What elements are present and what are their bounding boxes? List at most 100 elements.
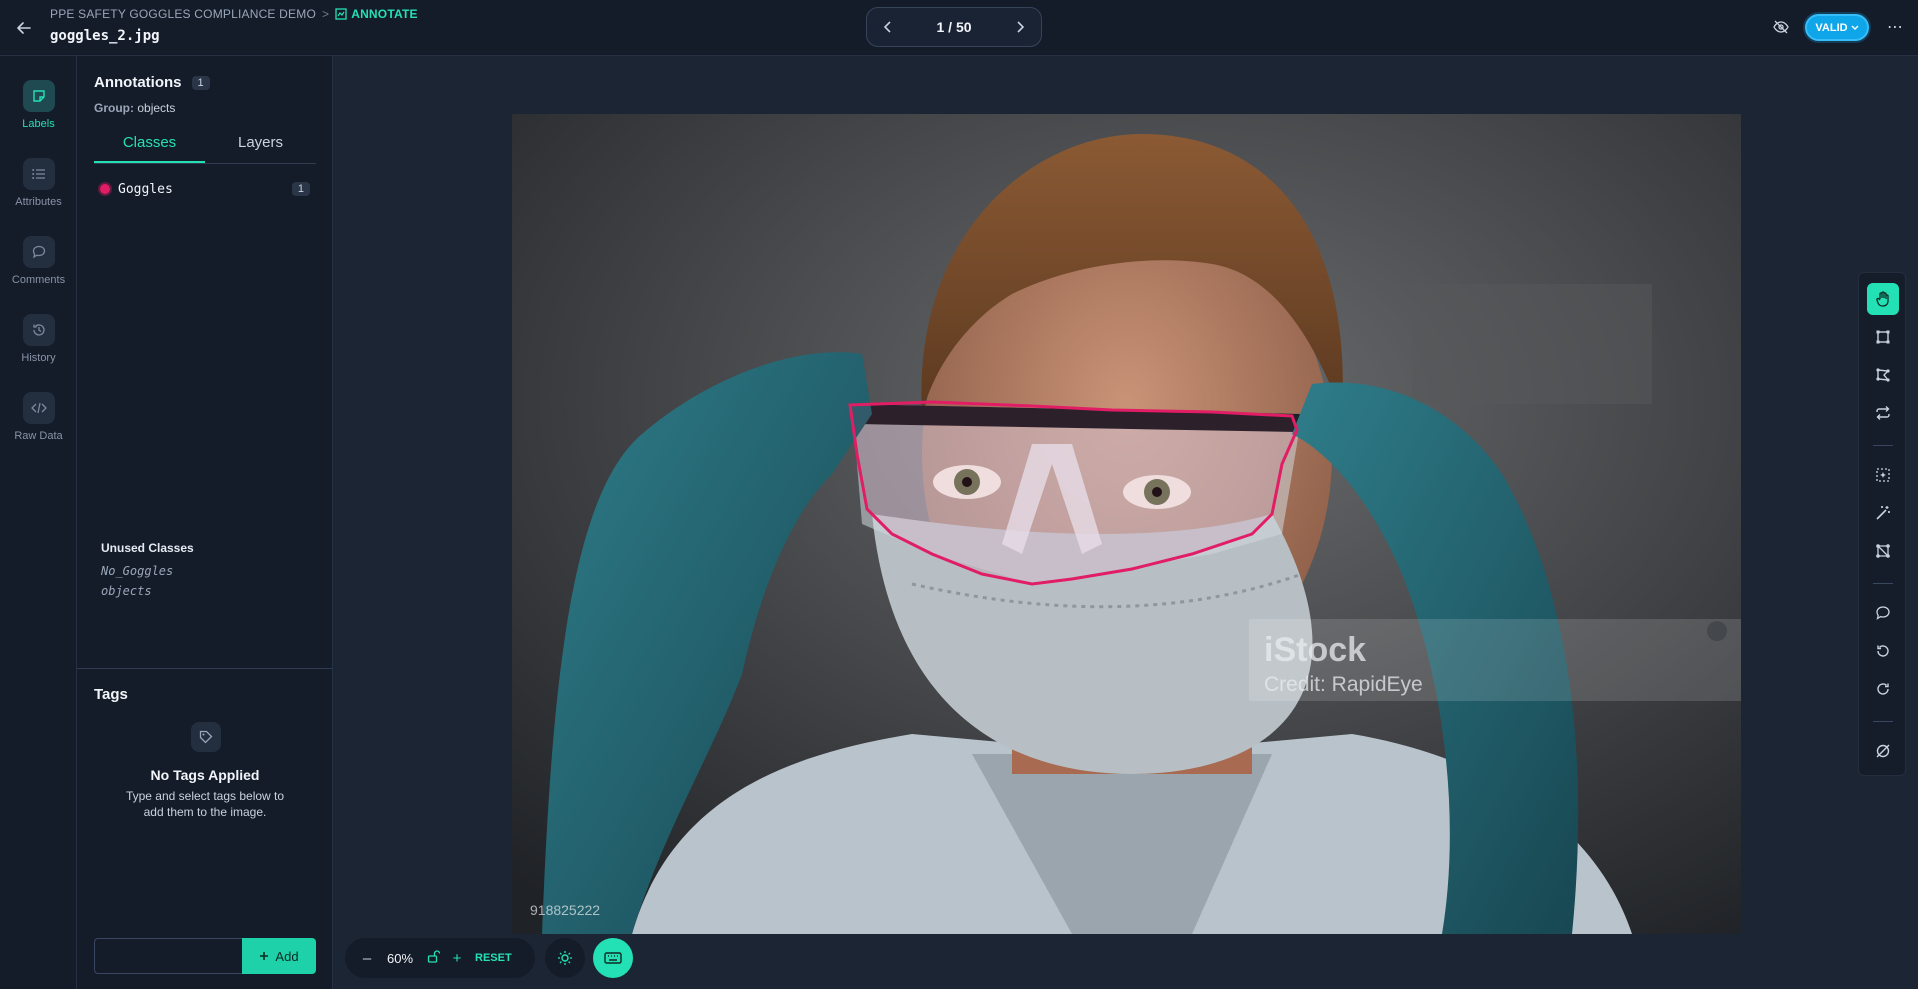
breadcrumb: PPE SAFETY GOGGLES COMPLIANCE DEMO > ANN…	[50, 7, 418, 21]
bounding-box-tool-button[interactable]	[1867, 321, 1899, 353]
brightness-button[interactable]	[545, 938, 585, 978]
chevron-down-icon	[1851, 25, 1859, 30]
back-arrow-icon[interactable]	[12, 16, 36, 40]
annotations-panel: Annotations 1 Group: objects Classes Lay…	[77, 56, 333, 989]
image-filename: goggles_2.jpg	[50, 28, 160, 44]
hide-annotations-button[interactable]	[1770, 16, 1792, 38]
nav-history[interactable]: History	[0, 314, 77, 364]
lock-zoom-button[interactable]	[421, 949, 445, 967]
no-tags-subtitle: Type and select tags below to add them t…	[125, 789, 285, 819]
class-name: Goggles	[118, 181, 173, 197]
sun-icon	[558, 951, 572, 965]
annotations-title: Annotations	[94, 74, 182, 91]
convert-tool-button[interactable]	[1867, 397, 1899, 429]
nav-labels-label: Labels	[22, 118, 55, 130]
list-icon	[22, 158, 55, 190]
unlock-icon	[427, 949, 440, 963]
nav-comments-label: Comments	[11, 274, 66, 286]
keyboard-icon	[604, 952, 622, 964]
rail-separator	[1873, 721, 1893, 722]
rail-separator	[1873, 583, 1893, 584]
photo-illustration: iStock Credit: RapidEye 918825222	[512, 114, 1741, 934]
tag-icon	[191, 722, 221, 752]
rail-separator	[1873, 445, 1893, 446]
label-icon	[22, 80, 55, 112]
keyboard-shortcuts-button[interactable]	[593, 938, 633, 978]
unused-class-item[interactable]: objects	[101, 584, 152, 598]
tool-rail	[1858, 272, 1906, 776]
undo-icon	[1877, 645, 1889, 657]
pager-count: 1 / 50	[936, 19, 972, 35]
stock-id: 918825222	[530, 902, 600, 918]
next-image-button[interactable]	[1009, 16, 1031, 38]
nav-raw-data[interactable]: Raw Data	[0, 392, 77, 442]
sparkle-select-icon	[1876, 468, 1890, 482]
repeat-icon	[1876, 406, 1890, 420]
history-icon	[22, 314, 55, 346]
left-nav: Labels Attributes Comments History Raw D…	[0, 56, 77, 989]
status-label: VALID	[1815, 21, 1848, 34]
background-shelf	[1412, 284, 1652, 404]
unused-class-item[interactable]: No_Goggles	[101, 564, 173, 578]
add-tag-button[interactable]: Add	[242, 938, 316, 974]
chevron-right-icon	[1017, 21, 1024, 33]
prev-image-button[interactable]	[877, 16, 899, 38]
zoom-level: 60%	[386, 950, 414, 966]
nav-attributes-label: Attributes	[15, 196, 62, 208]
tab-classes[interactable]: Classes	[94, 130, 205, 163]
more-menu-button[interactable]: ⋯	[1884, 16, 1906, 38]
chevron-left-icon	[884, 21, 891, 33]
keypoint-tool-button[interactable]	[1867, 535, 1899, 567]
nav-comments[interactable]: Comments	[0, 236, 77, 286]
tab-layers[interactable]: Layers	[205, 130, 316, 163]
image-pager: 1 / 50	[866, 7, 1042, 47]
breadcrumb-project[interactable]: PPE SAFETY GOGGLES COMPLIANCE DEMO	[50, 7, 316, 21]
eye-off-icon	[1773, 20, 1789, 34]
redo-icon	[1877, 683, 1889, 695]
code-icon	[22, 392, 55, 424]
watermark-brand: iStock	[1264, 631, 1366, 669]
tag-input[interactable]	[94, 938, 242, 974]
annotate-icon	[335, 8, 347, 20]
smart-select-tool-button[interactable]	[1867, 459, 1899, 491]
watermark-dot	[1707, 621, 1727, 641]
annotations-count-badge: 1	[191, 75, 210, 90]
annotations-heading: Annotations 1	[94, 74, 210, 91]
hand-icon	[1876, 291, 1889, 307]
nav-raw-data-label: Raw Data	[14, 430, 63, 442]
annotated-image[interactable]: iStock Credit: RapidEye 918825222	[512, 114, 1741, 934]
keypoints-icon	[1876, 544, 1890, 558]
breadcrumb-mode: ANNOTATE	[335, 7, 417, 21]
null-annotation-button[interactable]	[1867, 735, 1899, 767]
undo-button[interactable]	[1867, 635, 1899, 667]
add-tag-label: Add	[275, 948, 299, 964]
nav-labels[interactable]: Labels	[0, 80, 77, 130]
redo-button[interactable]	[1867, 673, 1899, 705]
status-dropdown[interactable]: VALID	[1805, 14, 1869, 41]
magic-wand-tool-button[interactable]	[1867, 497, 1899, 529]
unused-classes-title: Unused Classes	[101, 541, 194, 555]
top-bar: PPE SAFETY GOGGLES COMPLIANCE DEMO > ANN…	[0, 0, 1918, 56]
nav-history-label: History	[21, 352, 56, 364]
polygon-tool-button[interactable]	[1867, 359, 1899, 391]
zoom-out-button[interactable]: –	[355, 950, 379, 967]
class-color-dot	[100, 184, 110, 194]
no-tags-title: No Tags Applied	[150, 767, 260, 783]
group-value: objects	[137, 101, 176, 115]
zoom-in-button[interactable]: +	[445, 950, 469, 967]
pan-tool-button[interactable]	[1867, 283, 1899, 315]
nav-attributes[interactable]: Attributes	[0, 158, 77, 208]
group-line: Group: objects	[94, 101, 175, 115]
comment-tool-button[interactable]	[1867, 597, 1899, 629]
tags-title: Tags	[94, 686, 128, 703]
empty-set-icon	[1876, 744, 1890, 758]
comment-icon	[22, 236, 55, 268]
bounding-box-icon	[1876, 330, 1890, 344]
plus-icon	[260, 952, 269, 960]
class-row-goggles[interactable]: Goggles 1	[94, 178, 316, 200]
class-count-badge: 1	[291, 182, 310, 196]
panel-tabs: Classes Layers	[94, 130, 316, 164]
reset-zoom-button[interactable]: RESET	[475, 952, 512, 964]
zoom-controls: – 60% + RESET	[345, 938, 535, 978]
comment-icon	[1876, 606, 1890, 620]
